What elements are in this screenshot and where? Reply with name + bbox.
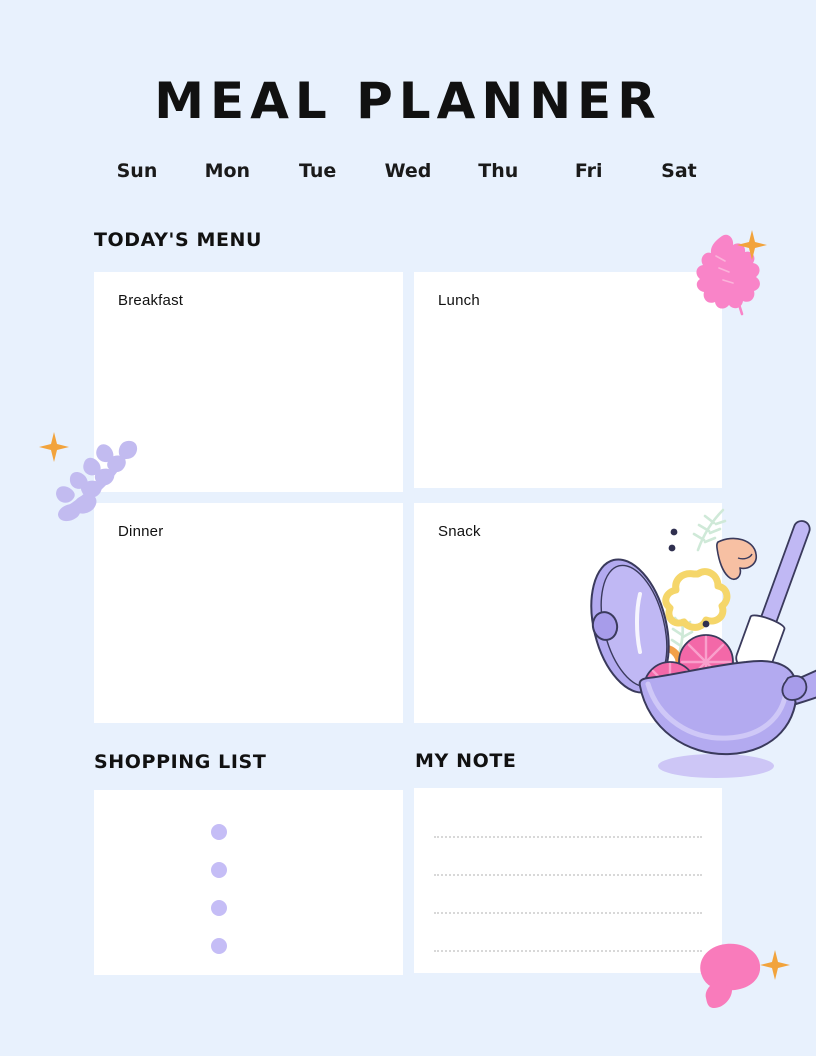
cooking-pan-illustration (578, 498, 816, 788)
weekday-wed[interactable]: Wed (365, 160, 451, 182)
weekday-tue[interactable]: Tue (275, 160, 361, 182)
note-line-3[interactable] (434, 912, 702, 914)
weekday-sun[interactable]: Sun (94, 160, 180, 182)
my-note-card[interactable] (414, 788, 722, 973)
page-title: MEAL PLANNER (154, 72, 662, 130)
weekday-sat[interactable]: Sat (636, 160, 722, 182)
meal-planner-page: MEAL PLANNER Sun Mon Tue Wed Thu Fri Sat… (0, 0, 816, 1056)
pink-leaf-icon (676, 222, 776, 322)
shopping-bullet-1[interactable] (211, 824, 227, 840)
pink-mushroom-icon (682, 928, 792, 1020)
purple-fern-icon (36, 426, 146, 536)
note-line-1[interactable] (434, 836, 702, 838)
note-line-group (414, 788, 722, 973)
weekday-row: Sun Mon Tue Wed Thu Fri Sat (94, 160, 722, 182)
weekday-mon[interactable]: Mon (184, 160, 270, 182)
weekday-fri[interactable]: Fri (546, 160, 632, 182)
shopping-list-card[interactable] (94, 790, 403, 975)
shopping-list-items (94, 790, 403, 975)
meal-card-label-breakfast: Breakfast (118, 292, 184, 309)
shopping-bullet-2[interactable] (211, 862, 227, 878)
my-note-header: MY NOTE (415, 750, 517, 772)
weekday-thu[interactable]: Thu (455, 160, 541, 182)
shopping-list-header: SHOPPING LIST (94, 751, 267, 773)
shopping-bullet-3[interactable] (211, 900, 227, 916)
note-line-2[interactable] (434, 874, 702, 876)
meal-card-label-lunch: Lunch (438, 292, 480, 309)
todays-menu-header: TODAY'S MENU (94, 229, 263, 251)
note-line-4[interactable] (434, 950, 702, 952)
shopping-bullet-4[interactable] (211, 938, 227, 954)
meal-card-label-snack: Snack (438, 523, 481, 540)
meal-card-dinner[interactable]: Dinner (94, 503, 403, 723)
